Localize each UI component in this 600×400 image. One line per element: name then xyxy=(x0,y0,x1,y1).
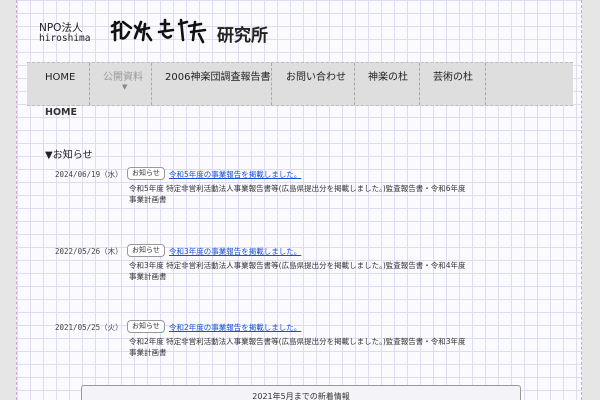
nav-divider xyxy=(354,63,355,105)
news-link[interactable]: 令和2年度の事業報告を掲載しました。 xyxy=(169,322,301,333)
nav-divider xyxy=(89,63,90,105)
news-link[interactable]: 令和3年度の事業報告を掲載しました。 xyxy=(169,246,301,257)
news-tag-badge: お知らせ xyxy=(127,167,165,180)
older-news-button[interactable]: 2021年5月までの新着情報 xyxy=(81,385,521,400)
logo-lab-text: 研究所 xyxy=(217,26,268,46)
news-date: 2022/05/26（木） xyxy=(55,247,123,256)
chevron-down-icon: ▼ xyxy=(122,83,128,91)
nav-divider xyxy=(485,63,486,105)
nav-kagura-forest[interactable]: 神楽の杜 xyxy=(368,63,408,105)
page: NPO法人 hiroshima 研究所 HOME 公開資料 ▼ 2006神楽団調… xyxy=(16,0,582,400)
news-date: 2021/05/25（火） xyxy=(55,323,123,332)
nav-2006-report[interactable]: 2006神楽団調査報告書 xyxy=(165,63,270,105)
news-description: 令和2年度 特定非営利活動法人事業報告書等(広島県提出分を掲載しました。)監査報… xyxy=(129,337,466,357)
news-tag-badge: お知らせ xyxy=(127,244,165,257)
nav-divider xyxy=(419,63,420,105)
logo-brush-calligraphy xyxy=(109,18,209,46)
main-nav: HOME 公開資料 ▼ 2006神楽団調査報告書 お問い合わせ 神楽の杜 芸術の… xyxy=(27,62,573,106)
nav-divider xyxy=(151,63,152,105)
news-description: 令和3年度 特定非営利活動法人事業報告書等(広島県提出分を掲載しました。)監査報… xyxy=(129,261,466,281)
news-date: 2024/06/19（水） xyxy=(55,170,123,179)
logo-hiroshima-text: hiroshima xyxy=(39,33,91,44)
nav-art-forest[interactable]: 芸術の杜 xyxy=(433,63,473,105)
news-link[interactable]: 令和5年度の事業報告を掲載しました。 xyxy=(169,169,301,180)
news-tag-badge: お知らせ xyxy=(127,320,165,333)
nav-home[interactable]: HOME xyxy=(45,63,75,105)
news-heading: ▼お知らせ xyxy=(45,150,93,161)
nav-contact[interactable]: お問い合わせ xyxy=(286,63,346,105)
nav-divider xyxy=(271,63,272,105)
news-description: 令和5年度 特定非営利活動法人事業報告書等(広島県提出分を掲載しました。)監査報… xyxy=(129,184,466,204)
breadcrumb[interactable]: HOME xyxy=(45,107,77,118)
